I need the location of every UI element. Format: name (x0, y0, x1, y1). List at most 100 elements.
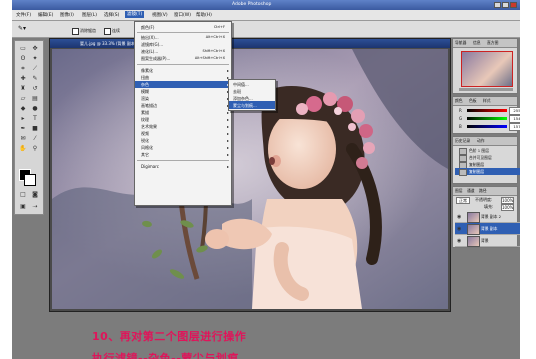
filter-menu-item[interactable]: 纹理 ▸ (135, 116, 231, 123)
menu-select[interactable]: 选择(S) (104, 12, 119, 18)
filter-menu-item[interactable]: Digimarc ▸ (135, 163, 231, 170)
filter-menu-item[interactable]: 画笔描边▸ (135, 102, 231, 109)
styles-tab[interactable]: 样式 (483, 98, 491, 104)
channel-value-g[interactable]: 154 (509, 115, 520, 123)
color-slider-r[interactable]: R 255 (459, 107, 520, 115)
eyedropper-tool-icon[interactable]: ⁄ (30, 135, 40, 143)
menu-edit[interactable]: 编辑(E) (38, 12, 53, 18)
menu-help[interactable]: 帮助(H) (196, 12, 212, 18)
channel-value-r[interactable]: 255 (509, 107, 520, 115)
histogram-tab[interactable]: 直方图 (487, 40, 498, 46)
minimize-button[interactable] (494, 2, 501, 8)
zoom-tool-icon[interactable]: ⚲ (30, 145, 40, 153)
magic-wand-icon[interactable]: ✦ (30, 55, 40, 63)
eye-icon[interactable]: ◉ (457, 214, 461, 220)
filter-menu-item[interactable]: 艺术效果 ▸ (135, 123, 231, 130)
quickmask-mode-icon[interactable]: ◙ (30, 191, 40, 199)
history-item[interactable]: 合并可见图层 (455, 154, 520, 162)
dodge-tool-icon[interactable]: ● (30, 105, 40, 113)
menu-view[interactable]: 视图(V) (152, 12, 168, 18)
hand-tool-icon[interactable]: ✋ (18, 145, 28, 153)
layers-tab[interactable]: 图层 (455, 188, 463, 194)
maximize-button[interactable] (502, 2, 509, 8)
crop-tool-icon[interactable]: ⌗ (18, 65, 28, 73)
navigator-thumbnail[interactable] (461, 51, 513, 87)
fill-value[interactable]: 100% (501, 204, 515, 211)
slice-tool-icon[interactable]: ⟋ (30, 65, 40, 73)
shape-tool-icon[interactable]: ■ (30, 125, 40, 133)
filter-menu-item[interactable]: 视频 ▸ (135, 130, 231, 137)
lasso-tool-icon[interactable]: ʘ (18, 55, 28, 63)
layer-row[interactable]: ◉ 背景 (455, 235, 520, 247)
brush-tool-icon[interactable]: ✎ (30, 75, 40, 83)
navigator-tab[interactable]: 导航器 (455, 40, 466, 46)
filter-menu-item[interactable]: 扭曲 ▸ (135, 74, 231, 81)
channel-bar-r[interactable] (467, 109, 507, 112)
blend-mode-select[interactable]: 正常 (456, 197, 470, 204)
close-button[interactable] (510, 2, 517, 8)
antialias-checkbox[interactable] (72, 28, 79, 35)
color-slider-b[interactable]: B 157 (459, 123, 520, 131)
info-tab[interactable]: 信息 (473, 40, 481, 46)
eraser-tool-icon[interactable]: ▱ (18, 95, 28, 103)
paths-tab[interactable]: 路径 (479, 188, 487, 194)
marquee-tool-icon[interactable]: ▭ (18, 45, 28, 53)
filter-menu-item[interactable]: 风格化 ▸ (135, 144, 231, 151)
filter-menu-item[interactable]: 液化(L)... Shift+Ctrl+X (135, 48, 231, 55)
blur-tool-icon[interactable]: ◆ (18, 105, 28, 113)
stamp-tool-icon[interactable]: ♜ (18, 85, 28, 93)
filter-menu-item-noise[interactable]: 杂色▸ (135, 81, 231, 88)
channel-value-b[interactable]: 157 (509, 123, 520, 131)
filter-menu-item[interactable]: 像素化 ▸ (135, 67, 231, 74)
history-item[interactable]: 复制图层 (455, 161, 520, 169)
color-tab[interactable]: 颜色 (455, 98, 463, 104)
color-slider-g[interactable]: G 154 (459, 115, 520, 123)
gradient-tool-icon[interactable]: ▤ (30, 95, 40, 103)
noise-submenu-item-dust-scratches[interactable]: 蒙尘与划痕... (229, 101, 275, 109)
layer-row[interactable]: ◉ 背景 副本 2 (455, 211, 520, 223)
swatches-tab[interactable]: 色板 (469, 98, 477, 104)
type-tool-icon[interactable]: T (30, 115, 40, 123)
healing-brush-icon[interactable]: ✚ (18, 75, 28, 83)
history-tab[interactable]: 历史记录 (455, 138, 470, 144)
move-tool-icon[interactable]: ✥ (30, 45, 40, 53)
pen-tool-icon[interactable]: ✒ (18, 125, 28, 133)
history-item-label: 复制图层 (469, 169, 485, 174)
standard-mode-icon[interactable]: □ (18, 191, 28, 199)
menu-layer[interactable]: 图层(L) (82, 12, 97, 18)
jump-to-imageready-icon[interactable]: ⇢ (30, 203, 40, 211)
filter-menu-item[interactable]: 滤镜库(G)... (135, 41, 231, 48)
channel-bar-g[interactable] (467, 117, 507, 120)
background-color-swatch[interactable] (24, 174, 36, 186)
menu-file[interactable]: 文件(F) (16, 12, 31, 18)
menu-image[interactable]: 图像(I) (60, 12, 74, 18)
opacity-value[interactable]: 100% (501, 197, 515, 204)
filter-menu-item[interactable]: 模糊▸ (135, 88, 231, 95)
filter-menu-item[interactable]: 其它 ▸ (135, 151, 231, 158)
filter-menu-item[interactable]: 素描 ▸ (135, 109, 231, 116)
options-bar: ✎▾ 消除锯齿 连续 画笔工具预设图层复合 (12, 21, 520, 57)
notes-tool-icon[interactable]: ✉ (18, 135, 28, 143)
history-item-selected[interactable]: 复制图层 (455, 168, 520, 176)
filter-menu-item[interactable]: 抽出(X)... Alt+Ctrl+X (135, 34, 231, 41)
navigator-zoom-slider[interactable] (459, 88, 513, 91)
path-select-icon[interactable]: ▸ (18, 115, 28, 123)
actions-tab[interactable]: 动作 (477, 138, 485, 144)
contiguous-checkbox[interactable] (104, 28, 111, 35)
history-item[interactable]: 色阶 1 图层 (455, 147, 520, 155)
history-brush-icon[interactable]: ↺ (30, 85, 40, 93)
channels-tab[interactable]: 通道 (467, 188, 475, 194)
channel-bar-b[interactable] (467, 125, 507, 128)
menu-separator (137, 160, 229, 161)
eye-icon[interactable]: ◉ (457, 238, 461, 244)
filter-menu-item[interactable]: 渲染▸ (135, 95, 231, 102)
tool-preset-icon[interactable]: ✎▾ (18, 26, 26, 32)
menu-window[interactable]: 窗口(W) (174, 12, 191, 18)
filter-menu-item[interactable]: 锐化 ▸ (135, 137, 231, 144)
filter-menu-item[interactable]: 图案生成器(P)... Alt+Shift+Ctrl+X (135, 55, 231, 62)
eye-icon[interactable]: ◉ (457, 226, 461, 232)
menu-filter[interactable]: 滤镜(T) (125, 11, 145, 18)
filter-menu-item[interactable]: 颜色(F) Ctrl+F (135, 24, 231, 31)
screen-mode-icon[interactable]: ▣ (18, 203, 28, 211)
layer-row-selected[interactable]: ◉ 背景 副本 (455, 223, 520, 235)
